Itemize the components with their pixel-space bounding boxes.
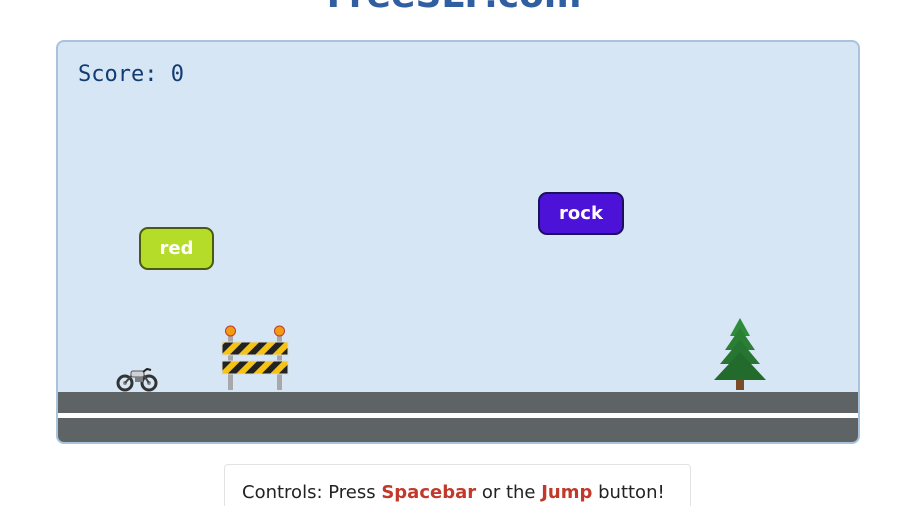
site-title: FreeSLP.com [0, 0, 908, 16]
controls-text: Controls: Press Spacebar or the Jump but… [242, 482, 665, 503]
controls-prefix: Controls: Press [242, 482, 382, 503]
controls-middle: or the [476, 482, 542, 503]
jump-button-label: Jump [541, 482, 593, 503]
controls-panel: Controls: Press Spacebar or the Jump but… [224, 464, 691, 506]
road [58, 392, 858, 442]
word-target-rock: rock [538, 192, 624, 235]
game-canvas[interactable]: Score: 0 red rock [56, 40, 860, 444]
score-label: Score: [78, 62, 158, 87]
road-lane-line [58, 413, 858, 418]
word-target-red: red [139, 227, 214, 270]
spacebar-key-label: Spacebar [381, 482, 477, 503]
score-value: 0 [170, 62, 184, 87]
controls-suffix: button! [592, 482, 665, 503]
road-barrier-icon [221, 325, 289, 390]
motorcycle-icon [116, 367, 158, 392]
pine-tree-icon [714, 318, 766, 390]
page: FreeSLP.com Score: 0 red rock [0, 0, 908, 506]
score-display: Score: 0 [78, 62, 184, 87]
